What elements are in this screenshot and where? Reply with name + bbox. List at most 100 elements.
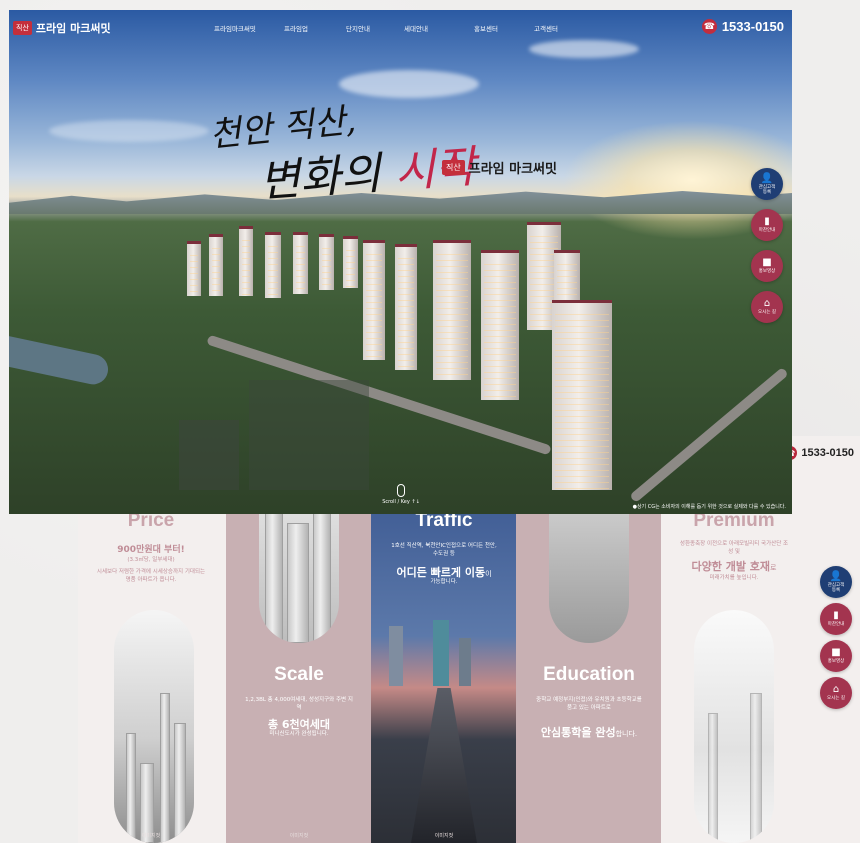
scale-arch-image	[259, 498, 339, 643]
directions-button[interactable]: ⌂ 오시는 길	[751, 291, 783, 323]
column-description: 1,2,3BL 총 4,000여세대, 성성지구와 주변 지역	[245, 697, 353, 711]
tower	[552, 300, 612, 490]
highlight-suffix: 로	[770, 564, 777, 572]
column-description-2: 미니신도시가 완성됩니다.	[269, 731, 329, 737]
video-icon: ■	[762, 257, 772, 268]
menu-item-prime-marksummit[interactable]: 프라임마크써밋	[214, 23, 284, 33]
column-description-2: 미래가치를 높입니다.	[709, 575, 759, 581]
scroll-indicator[interactable]: Scroll / Key ↑↓	[371, 484, 431, 505]
premium-arch-image	[694, 610, 774, 843]
building-shape	[160, 693, 170, 843]
column-description: 중학교 예정부지(인접)와 유치원과 초등학교를 품고 있는 아파트로	[536, 697, 642, 711]
document-icon: ▮	[764, 216, 770, 227]
cg-notice: ●상기 CG는 소비자의 이해를 돕기 위한 것으로 실제와 다를 수 있습니다…	[632, 504, 786, 510]
button-label: 홍보영상	[758, 269, 776, 274]
feature-column-scale: Scale 1,2,3BL 총 4,000여세대, 성성지구와 주변 지역 총 …	[226, 498, 372, 843]
lower-register-button[interactable]: 👤 관심고객 등록	[820, 566, 852, 598]
education-arch-image	[549, 498, 629, 643]
highlight-text: 다양한 개발 호재	[691, 560, 771, 573]
feature-column-education: Education 중학교 예정부지(인접)와 유치원과 초등학교를 품고 있는…	[516, 498, 662, 843]
column-highlight: 다양한 개발 호재로	[661, 558, 807, 574]
tower	[395, 244, 417, 370]
map-icon: ⌂	[763, 298, 771, 309]
button-label: 관심고객 등록	[758, 184, 776, 195]
site-logo[interactable]: 직산 프라임 마크써밋	[13, 20, 111, 36]
phone-contact[interactable]: ☎ 1533-0150	[701, 19, 784, 34]
city-building	[433, 620, 449, 686]
lower-video-button[interactable]: ■ 홍보영상	[820, 640, 852, 672]
city-building	[459, 638, 471, 686]
column-description: 1호선 직산역, 북천안IC인접으로 어디든 천안, 수도권 등	[391, 543, 497, 557]
column-description: 성환종축장 이전으로 아래모빌리티 국가산단 조성 및	[679, 541, 789, 555]
faded-building	[249, 380, 369, 490]
top-navigation: 직산 프라임 마크써밋 프라임마크써밋 프라임업 단지안내 세대안내 홍보센터 …	[9, 10, 792, 44]
tower	[363, 240, 385, 360]
column-highlight: 안심통학을 완성합니다.	[516, 724, 662, 740]
slogan-text: 변화의	[257, 147, 397, 208]
video-icon: ■	[831, 647, 841, 658]
column-subnote: (3.3㎡당, 일부세대)	[127, 557, 175, 563]
building-shape	[708, 713, 718, 843]
faded-building	[179, 420, 239, 490]
phone-icon: ☎	[701, 19, 717, 34]
column-title: Education	[543, 664, 635, 685]
feature-column-traffic: Traffic 1호선 직산역, 북천안IC인접으로 어디든 천안, 수도권 등…	[371, 498, 517, 843]
image-caption: 이미지컷	[141, 833, 161, 839]
lower-phone-contact[interactable]: ☎ 1533-0150	[783, 436, 860, 470]
lower-phone-number: 1533-0150	[801, 447, 854, 459]
highlight-text: 안심통학을 완성	[540, 726, 616, 739]
image-caption: 이미지컷	[434, 833, 454, 839]
building-shape	[126, 733, 136, 843]
brand-name: 프라임 마크써밋	[468, 162, 557, 177]
column-title: Scale	[274, 664, 324, 685]
apartment-complex-front	[9, 10, 792, 490]
button-label: 마찬안내	[827, 622, 845, 627]
map-icon: ⌂	[832, 684, 840, 695]
menu-item-pr-center[interactable]: 홍보센터	[474, 23, 534, 33]
user-icon: 👤	[760, 172, 774, 184]
main-menu: 프라임마크써밋 프라임업 단지안내 세대안내 홍보센터 고객센터	[214, 23, 584, 33]
column-lead: 900만원대 부터!	[117, 545, 185, 555]
hero-section: 직산 프라임 마크써밋 프라임마크써밋 프라임업 단지안내 세대안내 홍보센터 …	[9, 10, 792, 514]
highlight-suffix: 이	[485, 570, 492, 578]
button-label: 오시는 길	[827, 696, 845, 701]
video-button[interactable]: ■ 홍보영상	[751, 250, 783, 282]
tower	[433, 240, 471, 380]
road-image	[411, 688, 477, 843]
menu-item-unit-info[interactable]: 세대안내	[404, 23, 474, 33]
menu-item-customer-center[interactable]: 고객센터	[534, 23, 584, 33]
register-interest-button[interactable]: 👤 관심고객 등록	[751, 168, 783, 200]
button-label: 마찬안내	[758, 228, 776, 233]
scroll-label: Scroll / Key ↑↓	[382, 499, 420, 505]
phone-number: 1533-0150	[721, 19, 784, 34]
column-description-2: 가능합니다.	[430, 579, 458, 585]
quick-menu: 👤 관심고객 등록 ▮ 마찬안내 ■ 홍보영상 ⌂ 오시는 길	[751, 168, 783, 323]
feature-column-premium: Premium 성환종축장 이전으로 아래모빌리티 국가산단 조성 및 다양한 …	[661, 498, 807, 843]
brand-tag: 직산	[442, 160, 465, 175]
building-shape	[313, 498, 331, 643]
building-shape	[174, 723, 186, 843]
hero-brand: 직산 프라임 마크써밋	[442, 158, 557, 177]
document-icon: ▮	[833, 610, 839, 621]
lower-info-button[interactable]: ▮ 마찬안내	[820, 603, 852, 635]
building-shape	[140, 763, 154, 843]
info-button[interactable]: ▮ 마찬안내	[751, 209, 783, 241]
lower-directions-button[interactable]: ⌂ 오시는 길	[820, 677, 852, 709]
building-shape	[287, 523, 309, 643]
logo-tag: 직산	[13, 21, 32, 35]
menu-item-prime-up[interactable]: 프라임업	[284, 23, 346, 33]
button-label: 관심고객 등록	[827, 582, 845, 593]
city-building	[389, 626, 403, 686]
button-label: 홍보영상	[827, 659, 845, 664]
column-description: 시세보다 저렴한 가격에 시세상승까지 기대되는 명품 아파트가 옵니다.	[96, 569, 206, 583]
user-icon: 👤	[829, 570, 843, 582]
lower-quick-menu: 👤 관심고객 등록 ▮ 마찬안내 ■ 홍보영상 ⌂ 오시는 길	[820, 566, 852, 709]
building-shape	[265, 498, 283, 643]
mouse-icon	[397, 484, 405, 497]
logo-name: 프라임 마크써밋	[35, 22, 111, 35]
tower	[481, 250, 519, 400]
price-arch-image	[114, 610, 194, 843]
building-shape	[750, 693, 762, 843]
menu-item-complex-info[interactable]: 단지안내	[346, 23, 404, 33]
image-caption: 이미지컷	[289, 833, 309, 839]
